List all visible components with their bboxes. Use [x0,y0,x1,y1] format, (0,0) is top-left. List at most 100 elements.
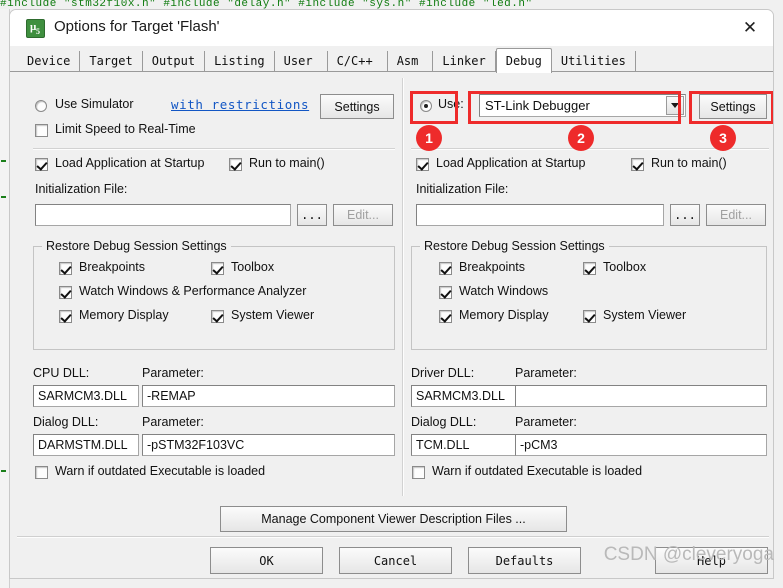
limit-speed-checkbox[interactable] [35,124,48,137]
right-warn-outdated-checkbox[interactable] [412,466,425,479]
right-restore-group-title: Restore Debug Session Settings [420,239,609,253]
right-memory-display-label[interactable]: Memory Display [459,308,549,322]
right-memory-display-checkbox[interactable] [439,310,452,323]
annotation-badge-2: 2 [568,125,594,151]
left-warn-outdated-label[interactable]: Warn if outdated Executable is loaded [55,464,265,478]
tab-debug[interactable]: Debug [495,48,552,73]
manage-component-viewer-button[interactable]: Manage Component Viewer Description File… [220,506,567,532]
right-load-app-label[interactable]: Load Application at Startup [436,156,585,170]
left-restore-group-title: Restore Debug Session Settings [42,239,231,253]
chevron-down-icon[interactable] [666,96,684,115]
defaults-button[interactable]: Defaults [468,547,581,574]
tab-linker[interactable]: Linker [433,51,496,72]
left-dialog-param-label: Parameter: [142,415,204,429]
driver-dll-label: Driver DLL: [411,366,475,380]
right-watch-windows-checkbox[interactable] [439,286,452,299]
right-init-file-input[interactable] [416,204,664,226]
cpu-param-input[interactable]: -REMAP [142,385,395,407]
cpu-param-label: Parameter: [142,366,204,380]
left-system-viewer-checkbox[interactable] [211,310,224,323]
cancel-button[interactable]: Cancel [339,547,452,574]
right-edit-button: Edit... [706,204,766,226]
tab-device[interactable]: Device [18,51,81,72]
left-memory-display-label[interactable]: Memory Display [79,308,169,322]
left-system-viewer-label[interactable]: System Viewer [231,308,314,322]
dialog-titlebar: µ 5 Options for Target 'Flash' ✕ [10,10,773,47]
tab-user[interactable]: User [275,51,328,72]
right-breakpoints-label[interactable]: Breakpoints [459,260,525,274]
left-breakpoints-checkbox[interactable] [59,262,72,275]
cpu-dll-value: SARMCM3.DLL [38,389,127,403]
with-restrictions-link[interactable]: with restrictions [171,97,309,112]
left-memory-display-checkbox[interactable] [59,310,72,323]
left-init-file-label: Initialization File: [35,182,128,196]
cpu-dll-label: CPU DLL: [33,366,90,380]
debugger-select[interactable]: ST-Link Debugger [479,94,686,117]
limit-speed-label[interactable]: Limit Speed to Real-Time [55,122,196,136]
left-toolbox-checkbox[interactable] [211,262,224,275]
cpu-dll-input[interactable]: SARMCM3.DLL [33,385,139,407]
tab-output[interactable]: Output [143,51,206,72]
left-dialog-param-input[interactable]: -pSTM32F103VC [142,434,395,456]
right-run-to-main-checkbox[interactable] [631,158,644,171]
right-breakpoints-checkbox[interactable] [439,262,452,275]
settings-button[interactable]: Settings [699,94,767,119]
left-load-app-checkbox[interactable] [35,158,48,171]
keil-uvision-icon: µ 5 [26,19,45,38]
dialog-footer: Manage Component Viewer Description File… [11,502,773,578]
driver-dll-input[interactable]: SARMCM3.DLL [411,385,517,407]
left-run-to-main-checkbox[interactable] [229,158,242,171]
left-watch-windows-label[interactable]: Watch Windows & Performance Analyzer [79,284,306,298]
right-toolbox-label[interactable]: Toolbox [603,260,646,274]
driver-param-input[interactable] [515,385,767,407]
close-icon[interactable]: ✕ [727,10,773,45]
ok-button[interactable]: OK [210,547,323,574]
right-dialog-dll-input[interactable]: TCM.DLL [411,434,517,456]
left-toolbox-label[interactable]: Toolbox [231,260,274,274]
tab-listing[interactable]: Listing [205,51,275,72]
right-system-viewer-label[interactable]: System Viewer [603,308,686,322]
right-watch-windows-label[interactable]: Watch Windows [459,284,548,298]
left-load-app-label[interactable]: Load Application at Startup [55,156,204,170]
simulator-settings-button[interactable]: Settings [320,94,394,119]
right-run-to-main-label[interactable]: Run to main() [651,156,727,170]
right-system-viewer-checkbox[interactable] [583,310,596,323]
backdrop-code-line: #include "stm32f10x.h" #include "delay.h… [0,0,533,9]
left-init-file-input[interactable] [35,204,291,226]
panel-divider [402,78,404,496]
right-toolbox-checkbox[interactable] [583,262,596,275]
right-load-app-checkbox[interactable] [416,158,429,171]
left-breakpoints-label[interactable]: Breakpoints [79,260,145,274]
help-button[interactable]: Help [655,547,768,574]
left-dialog-param-value: -pSTM32F103VC [147,438,245,452]
right-dialog-param-input[interactable]: -pCM3 [515,434,767,456]
left-dialog-dll-input[interactable]: DARMSTM.DLL [33,434,139,456]
tab-asm[interactable]: Asm [388,51,434,72]
right-dialog-dll-value: TCM.DLL [416,438,470,452]
tab-utilities[interactable]: Utilities [552,51,636,72]
right-init-file-label: Initialization File: [416,182,509,196]
left-dialog-dll-value: DARMSTM.DLL [38,438,128,452]
use-radio[interactable] [420,100,432,112]
use-simulator-label[interactable]: Use Simulator [55,97,134,111]
left-watch-windows-checkbox[interactable] [59,286,72,299]
right-dialog-param-label: Parameter: [515,415,577,429]
tab-c-cpp[interactable]: C/C++ [328,51,388,72]
annotation-badge-3: 3 [710,125,736,151]
right-dialog-dll-label: Dialog DLL: [411,415,477,429]
left-warn-outdated-checkbox[interactable] [35,466,48,479]
left-run-to-main-label[interactable]: Run to main() [249,156,325,170]
left-section-divider [33,148,395,150]
right-browse-button[interactable]: ... [670,204,700,226]
left-browse-button[interactable]: ... [297,204,327,226]
left-edit-button: Edit... [333,204,393,226]
use-simulator-radio[interactable] [35,100,47,112]
debug-pane: Use Simulator with restrictions Settings… [11,72,773,502]
tab-target[interactable]: Target [80,51,143,72]
options-for-target-dialog: µ 5 Options for Target 'Flash' ✕ Device … [9,9,774,579]
gutter-mark [1,470,6,472]
icon-letter-sub: 5 [36,27,40,36]
right-warn-outdated-label[interactable]: Warn if outdated Executable is loaded [432,464,642,478]
use-radio-label[interactable]: Use: [438,97,464,111]
tab-bar: Device Target Output Listing User C/C++ … [10,46,773,73]
